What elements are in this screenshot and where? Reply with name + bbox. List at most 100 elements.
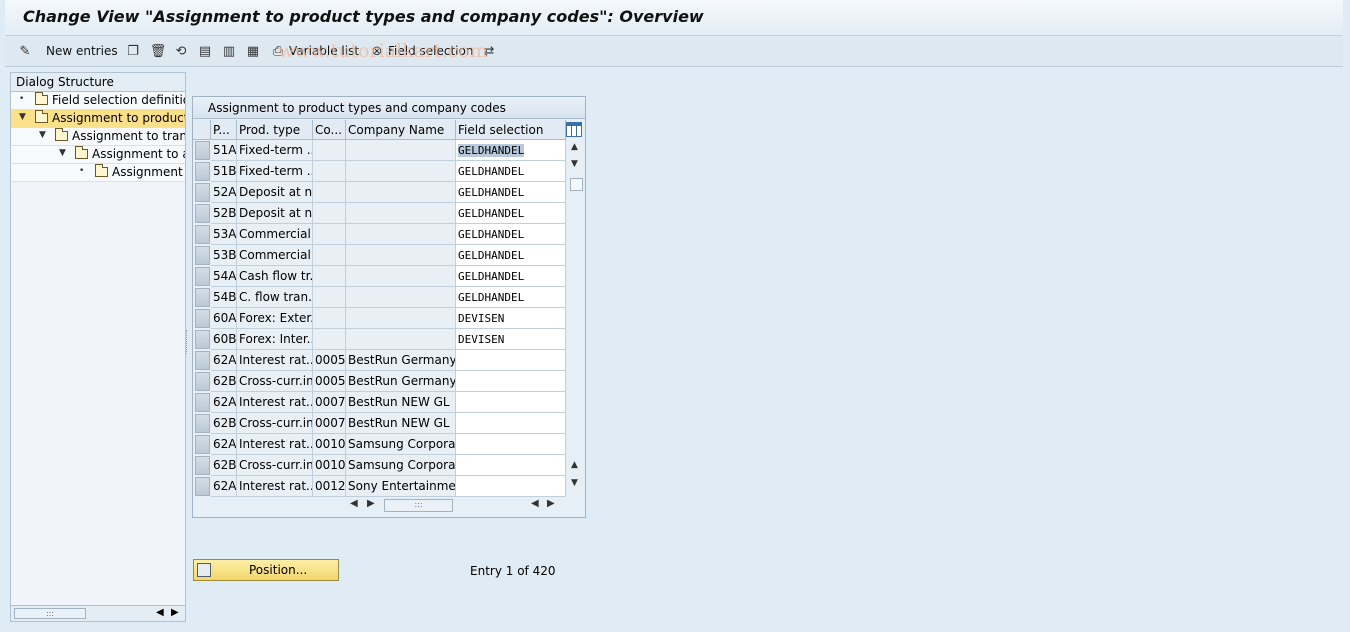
undo-button[interactable]: ⟲ — [173, 42, 189, 60]
scroll-up-icon[interactable]: ▲ — [571, 142, 578, 152]
field-selection-input[interactable]: DEVISEN — [456, 308, 566, 329]
cell-product-category-text: 62A — [213, 437, 237, 451]
row-selector[interactable] — [195, 225, 210, 244]
field-selection-input[interactable] — [456, 434, 566, 455]
row-selector[interactable] — [195, 246, 210, 265]
scroll-right-icon[interactable]: ▶ — [171, 607, 179, 618]
tree-node[interactable]: ▼ Assignment to product types and company… — [11, 110, 185, 128]
row-selector[interactable] — [195, 204, 210, 223]
field-selection-input[interactable]: GELDHANDEL — [456, 245, 566, 266]
expand-arrow-icon[interactable]: ▼ — [59, 148, 66, 158]
row-selector[interactable] — [195, 267, 210, 286]
cell-company-code: 0010 — [313, 455, 346, 476]
tree-node-label: Field selection definition — [52, 93, 185, 107]
cell-company-name — [346, 203, 456, 224]
cell-product-category: 51A — [211, 140, 237, 161]
cell-product-category: 53A — [211, 224, 237, 245]
cell-company-name — [346, 308, 456, 329]
tree-node[interactable]: • Field selection definition — [11, 92, 185, 110]
select-all-button[interactable]: ▤ — [197, 42, 213, 60]
field-selection-input[interactable]: GELDHANDEL — [456, 266, 566, 287]
row-selector[interactable] — [195, 372, 210, 391]
cell-product-type-text: Interest rat... — [239, 437, 313, 451]
row-selector[interactable] — [195, 162, 210, 181]
field-selection-input[interactable] — [456, 371, 566, 392]
cell-company-code: 0007 — [313, 392, 346, 413]
col-header-p[interactable]: P... — [211, 120, 237, 140]
field-selection-input[interactable] — [456, 476, 566, 497]
table-horizontal-scrollbar[interactable]: ◀ ▶ ::: ◀ ▶ — [343, 497, 567, 513]
select-block-button[interactable]: ▥ — [221, 42, 237, 60]
row-selector[interactable] — [195, 435, 210, 454]
row-selector[interactable] — [195, 393, 210, 412]
display-change-button[interactable]: ✎ — [17, 42, 33, 60]
cell-product-type-text: Commercial ... — [239, 248, 312, 262]
scroll-thumb[interactable]: ::: — [384, 499, 453, 512]
scroll-thumb[interactable]: ::: — [14, 608, 86, 619]
tree-node[interactable]: ▼ Assignment to transaction types — [11, 128, 185, 146]
expand-arrow-icon[interactable]: ▼ — [19, 112, 26, 122]
row-selector[interactable] — [195, 309, 210, 328]
dialog-horizontal-scrollbar[interactable]: ::: ◀ ▶ — [11, 605, 185, 621]
field-selection-input[interactable]: GELDHANDEL — [456, 182, 566, 203]
scroll-right-end-icon[interactable]: ▶ — [547, 498, 555, 509]
field-selection-input[interactable]: GELDHANDEL — [456, 161, 566, 182]
cell-company-code — [313, 161, 346, 182]
title-bar: Change View "Assignment to product types… — [5, 0, 1343, 36]
panel-splitter[interactable] — [186, 330, 189, 354]
field-selection-input[interactable]: GELDHANDEL — [456, 203, 566, 224]
row-selector[interactable] — [195, 456, 210, 475]
field-selection-input[interactable]: DEVISEN — [456, 329, 566, 350]
row-selector[interactable] — [195, 351, 210, 370]
col-header-field-selection[interactable]: Field selection — [456, 120, 566, 140]
field-selection-input[interactable] — [456, 455, 566, 476]
row-selector[interactable] — [195, 477, 210, 496]
cell-product-category: 62A — [211, 392, 237, 413]
select-all-rows-header[interactable] — [193, 120, 211, 140]
cell-company-code-text: 0010 — [315, 437, 346, 451]
scroll-left-end-icon[interactable]: ◀ — [531, 498, 539, 509]
field-selection-input[interactable] — [456, 350, 566, 371]
table-settings-icon[interactable] — [566, 122, 582, 137]
row-selector[interactable] — [195, 330, 210, 349]
cell-product-type-text: Cash flow tr... — [239, 269, 313, 283]
field-selection-input[interactable] — [456, 392, 566, 413]
delete-button[interactable]: 🗑 — [150, 42, 167, 60]
row-selector[interactable] — [195, 288, 210, 307]
scroll-thumb[interactable] — [570, 178, 583, 191]
scroll-down-icon[interactable]: ▼ — [571, 159, 578, 169]
copy-button[interactable]: ❐ — [125, 42, 141, 60]
expand-arrow-icon[interactable]: ▼ — [39, 130, 46, 140]
field-selection-input[interactable]: GELDHANDEL — [456, 140, 566, 161]
tree-node[interactable]: • Assignment to field selection — [11, 164, 185, 182]
field-selection-input[interactable] — [456, 413, 566, 434]
cell-product-category: 52B — [211, 203, 237, 224]
cell-product-category: 62A — [211, 350, 237, 371]
field-selection-input-text: GELDHANDEL — [458, 249, 525, 262]
col-header-company-name[interactable]: Company Name — [346, 120, 456, 140]
col-header-prod-type[interactable]: Prod. type — [237, 120, 313, 140]
row-selector[interactable] — [195, 141, 210, 160]
position-button[interactable]: Position... — [193, 559, 339, 581]
field-selection-input[interactable]: GELDHANDEL — [456, 287, 566, 308]
cell-company-name — [346, 266, 456, 287]
row-selector[interactable] — [195, 183, 210, 202]
cell-product-type: Forex: Inter... — [237, 329, 313, 350]
entry-counter: Entry 1 of 420 — [470, 564, 556, 578]
cell-company-name — [346, 224, 456, 245]
tree-node[interactable]: ▼ Assignment to activity categories — [11, 146, 185, 164]
new-entries-button[interactable]: New entries — [43, 42, 118, 60]
row-selector[interactable] — [195, 414, 210, 433]
table-vertical-scrollbar[interactable]: ▲ ▼ ▲ ▼ — [568, 140, 585, 496]
scroll-right-icon[interactable]: ▶ — [367, 498, 375, 509]
scroll-page-up-icon[interactable]: ▲ — [571, 460, 578, 470]
cell-product-category: 54B — [211, 287, 237, 308]
cell-product-type-text: Interest rat... — [239, 479, 313, 493]
col-header-company-code[interactable]: Co... — [313, 120, 346, 140]
deselect-all-button[interactable]: ▦ — [245, 42, 261, 60]
scroll-left-icon[interactable]: ◀ — [156, 607, 164, 618]
scroll-page-down-icon[interactable]: ▼ — [571, 478, 578, 488]
field-selection-input[interactable]: GELDHANDEL — [456, 224, 566, 245]
scroll-left-icon[interactable]: ◀ — [350, 498, 358, 509]
cell-product-category-text: 51B — [213, 164, 237, 178]
